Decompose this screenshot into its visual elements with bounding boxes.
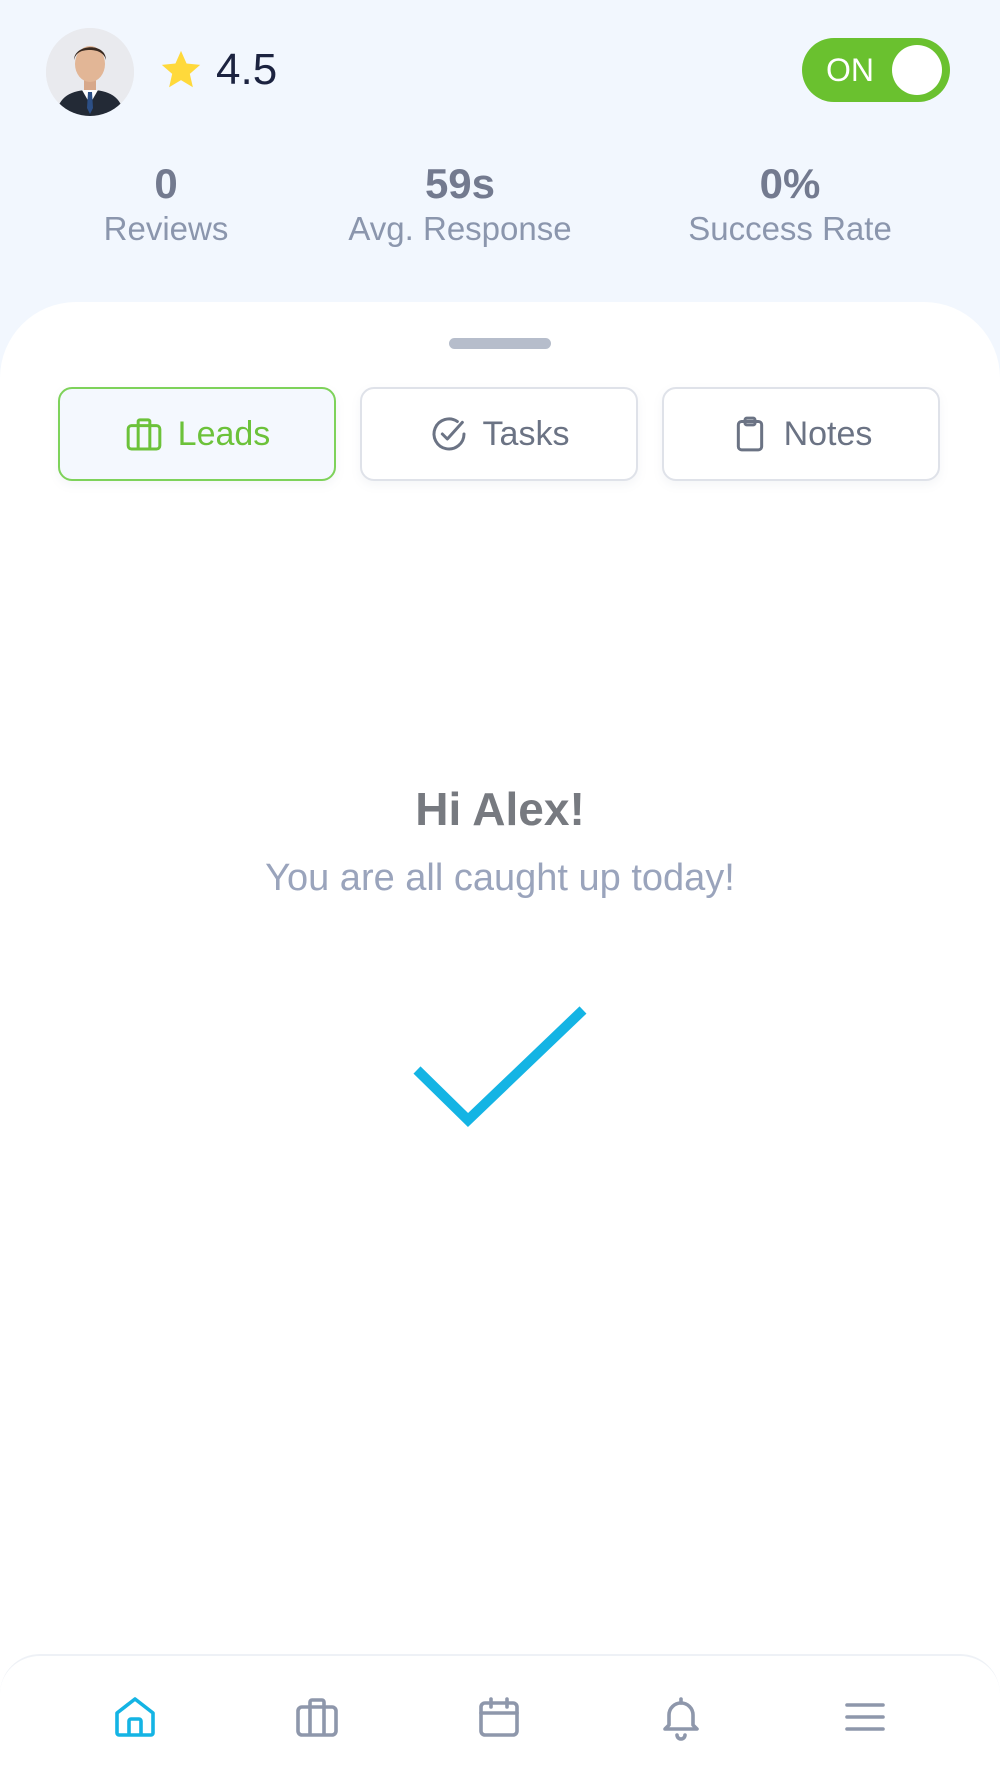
- stat-label: Reviews: [103, 210, 229, 247]
- star-icon: [161, 50, 201, 88]
- toggle-label: ON: [826, 52, 874, 88]
- home-icon: [115, 1697, 155, 1737]
- bell-icon: [663, 1697, 699, 1741]
- tab-notes[interactable]: Notes: [662, 387, 940, 481]
- bottom-navigation: [0, 1654, 1000, 1780]
- nav-calendar[interactable]: [464, 1682, 534, 1752]
- nav-home[interactable]: [100, 1682, 170, 1752]
- nav-menu[interactable]: [830, 1682, 900, 1752]
- stat-value: 59s: [424, 160, 496, 207]
- stat-avg-response: 59s Avg. Response: [330, 160, 590, 250]
- tab-label: Leads: [177, 414, 271, 453]
- toggle-knob: [892, 45, 942, 95]
- tab-label: Tasks: [482, 414, 570, 453]
- tab-label: Notes: [783, 414, 873, 453]
- tab-leads[interactable]: Leads: [58, 387, 336, 481]
- check-circle-icon: [432, 417, 466, 451]
- stat-label: Success Rate: [688, 210, 892, 247]
- caught-up-message: You are all caught up today!: [265, 857, 735, 899]
- stat-success-rate: 0% Success Rate: [670, 160, 910, 250]
- briefcase-icon: [126, 418, 162, 451]
- nav-leads[interactable]: [282, 1682, 352, 1752]
- briefcase-icon: [296, 1698, 338, 1737]
- rating: 4.5: [158, 44, 277, 96]
- greeting-title: Hi Alex!: [415, 783, 585, 835]
- stat-value: 0%: [759, 160, 821, 207]
- clipboard-icon: [736, 416, 763, 452]
- stat-reviews: 0 Reviews: [86, 160, 246, 250]
- online-status-toggle[interactable]: ON: [802, 38, 950, 102]
- nav-notifications[interactable]: [646, 1682, 716, 1752]
- rating-value: 4.5: [216, 45, 278, 94]
- menu-icon: [845, 1703, 885, 1731]
- stat-label: Avg. Response: [348, 210, 572, 247]
- checkmark-icon: [413, 1006, 587, 1127]
- stat-value: 0: [154, 160, 178, 207]
- calendar-icon: [479, 1697, 519, 1737]
- avatar[interactable]: [46, 28, 134, 116]
- drag-handle[interactable]: [449, 338, 551, 349]
- profile-header: 4.5 ON 0 Reviews 59s Avg. Response 0% Su…: [0, 0, 1000, 300]
- content-sheet: Leads Tasks Notes Hi Alex! You are all c…: [0, 302, 1000, 1778]
- tab-tasks[interactable]: Tasks: [360, 387, 638, 481]
